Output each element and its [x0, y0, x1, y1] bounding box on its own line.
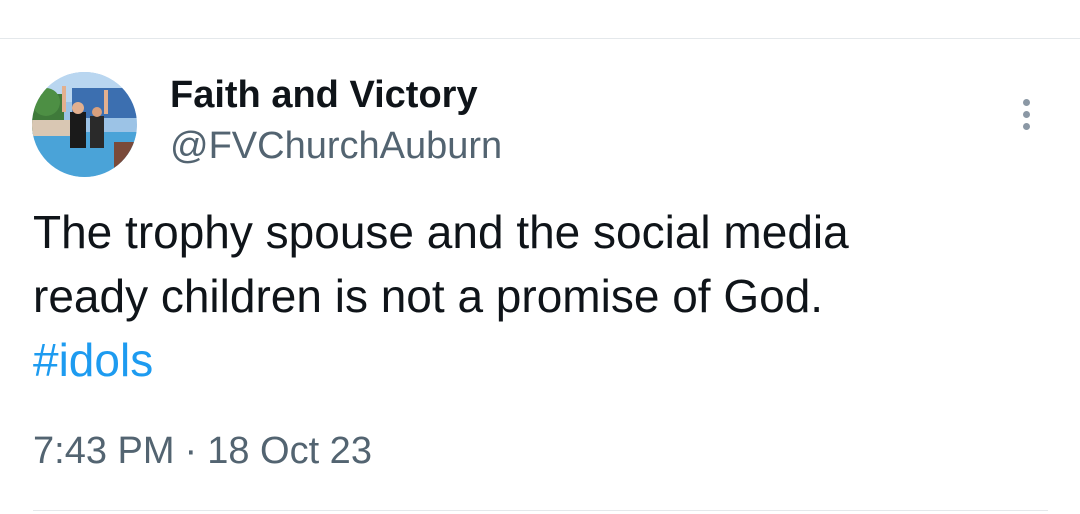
timestamp-separator: ·	[184, 430, 198, 472]
author-avatar[interactable]	[32, 72, 137, 177]
tweet-text-line: ready children is not a promise of God.	[33, 270, 824, 322]
more-vertical-icon	[1022, 98, 1030, 130]
author-display-name[interactable]: Faith and Victory	[170, 74, 478, 117]
tweet-text-line: The trophy spouse and the social media	[33, 206, 849, 258]
bottom-divider	[33, 510, 1048, 511]
tweet-date: 18 Oct 23	[207, 430, 372, 472]
author-handle[interactable]: @FVChurchAuburn	[170, 125, 502, 168]
tweet-timestamp[interactable]: 7:43 PM · 18 Oct 23	[33, 430, 372, 473]
hashtag-link[interactable]: #idols	[33, 334, 153, 386]
tweet-time: 7:43 PM	[33, 430, 175, 472]
more-options-button[interactable]	[1008, 92, 1044, 136]
avatar-photo-icon	[32, 72, 137, 177]
top-divider	[0, 38, 1080, 39]
tweet-text: The trophy spouse and the social media r…	[33, 200, 1033, 392]
